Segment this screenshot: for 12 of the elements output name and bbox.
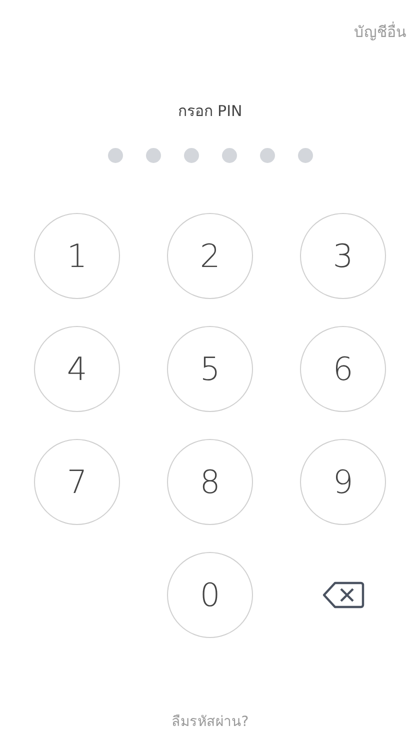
backspace-icon[interactable] [321, 580, 365, 610]
digit-key[interactable]: 2 [167, 213, 253, 299]
pin-title: กรอก PIN [178, 101, 242, 122]
digit-key[interactable]: 9 [300, 439, 386, 525]
digit-key[interactable]: 4 [34, 326, 120, 412]
digit-key[interactable]: 0 [167, 552, 253, 638]
digit-key[interactable]: 3 [300, 213, 386, 299]
digit-key[interactable]: 1 [34, 213, 120, 299]
digit-key[interactable]: 5 [167, 326, 253, 412]
digit-key[interactable]: 8 [167, 439, 253, 525]
digit-key[interactable]: 7 [34, 439, 120, 525]
digit-key[interactable]: 6 [300, 326, 386, 412]
